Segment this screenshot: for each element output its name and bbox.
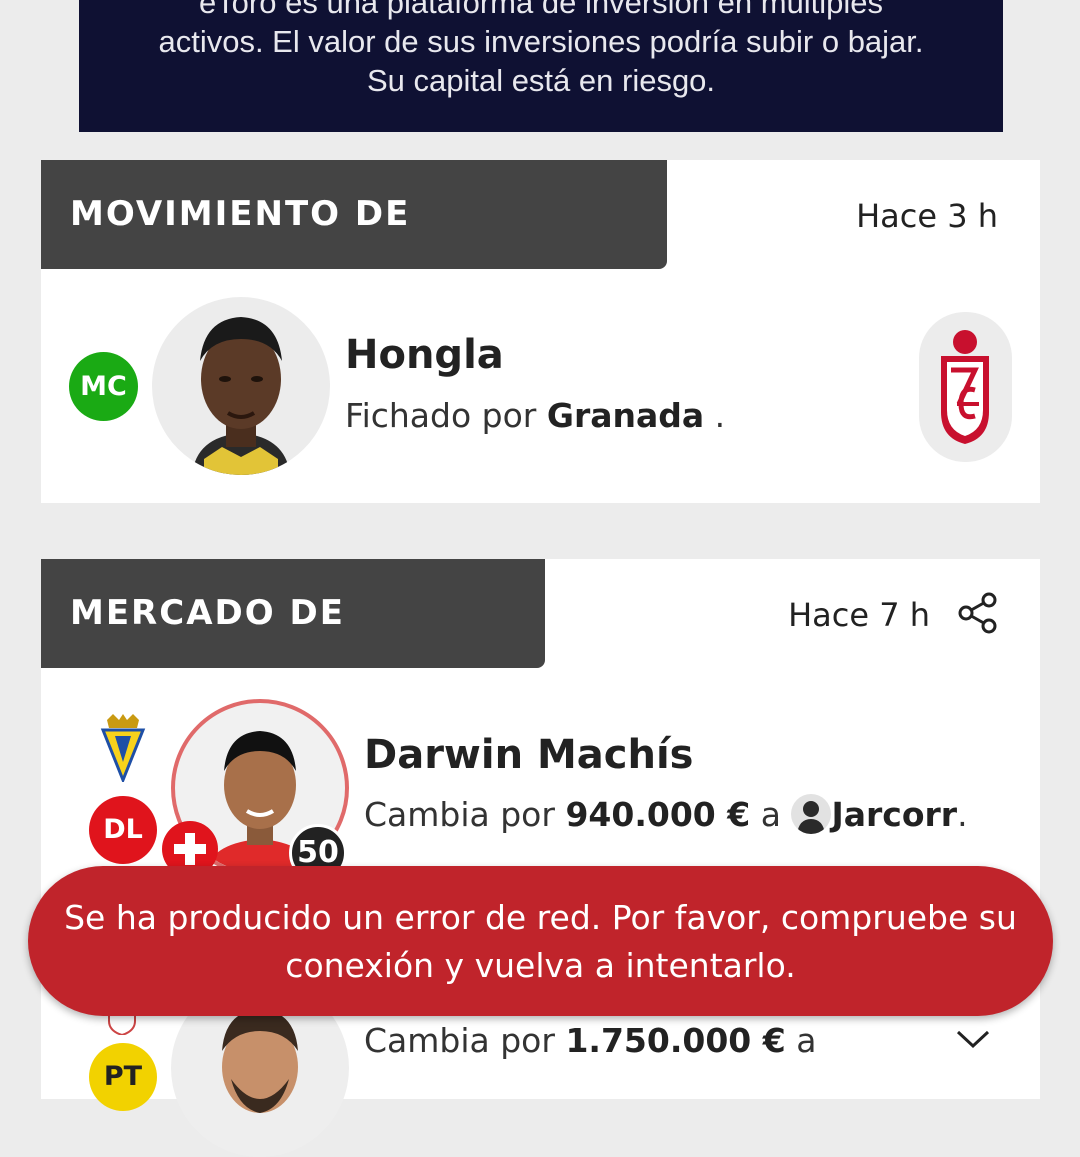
card-header: MERCADO DE FICHAJES Hace 7 h bbox=[41, 559, 1040, 742]
card-title: MERCADO DE FICHAJES bbox=[41, 559, 545, 742]
team-crest-icon bbox=[99, 712, 147, 785]
transfer-suffix: . bbox=[957, 795, 968, 834]
transfer-prefix: Cambia por bbox=[364, 1021, 555, 1060]
player-name[interactable]: Darwin Machís bbox=[364, 732, 694, 778]
granada-crest-icon bbox=[941, 330, 989, 444]
transfer-to: a bbox=[796, 1021, 817, 1060]
transfer-price: 1.750.000 € bbox=[565, 1021, 786, 1060]
player-movement-card[interactable]: MOVIMIENTO DE JUGADORES Hace 3 h MC Hong… bbox=[41, 160, 1040, 503]
card-header: MOVIMIENTO DE JUGADORES Hace 3 h bbox=[41, 160, 1040, 343]
player-name[interactable]: Hongla bbox=[345, 332, 504, 378]
movement-prefix: Fichado por bbox=[345, 396, 537, 435]
club-name[interactable]: Granada bbox=[547, 396, 704, 435]
position-badge: DL bbox=[89, 796, 157, 864]
ad-banner[interactable]: eToro es una plataforma de inversión en … bbox=[79, 0, 1003, 132]
transfer-to: a bbox=[760, 795, 781, 834]
club-crest[interactable] bbox=[919, 312, 1012, 462]
card-title: MOVIMIENTO DE JUGADORES bbox=[41, 160, 667, 343]
transfer-prefix: Cambia por bbox=[364, 795, 555, 834]
ad-line: activos. El valor de sus inversiones pod… bbox=[158, 24, 924, 59]
transfer-price: 940.000 € bbox=[565, 795, 751, 834]
chevron-down-icon[interactable] bbox=[955, 1027, 991, 1051]
transfer-market-card[interactable]: MERCADO DE FICHAJES Hace 7 h DL 50 Darwi… bbox=[41, 559, 1040, 1157]
transfer-description: Cambia por 940.000 € a Jarcorr. bbox=[364, 793, 968, 837]
card-time: Hace 3 h bbox=[856, 197, 998, 235]
position-badge: MC bbox=[69, 352, 138, 421]
ad-line: eToro es una plataforma de inversión en … bbox=[198, 0, 884, 20]
position-badge: PT bbox=[89, 1043, 157, 1111]
manager-avatar-icon bbox=[791, 793, 832, 834]
manager-name[interactable]: Jarcorr bbox=[831, 795, 957, 834]
player-avatar[interactable] bbox=[152, 297, 330, 475]
share-icon[interactable] bbox=[956, 591, 1000, 635]
toast-line: conexión y vuelva a intentarlo. bbox=[285, 946, 796, 985]
toast-line: Se ha producido un error de red. Por fav… bbox=[64, 898, 1017, 937]
transfer-description: Cambia por 1.750.000 € a bbox=[364, 1021, 816, 1060]
network-error-toast[interactable]: Se ha producido un error de red. Por fav… bbox=[28, 866, 1053, 1016]
player-photo bbox=[192, 317, 290, 475]
movement-description: Fichado por Granada . bbox=[345, 396, 725, 435]
ad-line: Su capital está en riesgo. bbox=[366, 63, 716, 98]
card-time: Hace 7 h bbox=[788, 596, 930, 634]
movement-suffix: . bbox=[714, 396, 726, 435]
